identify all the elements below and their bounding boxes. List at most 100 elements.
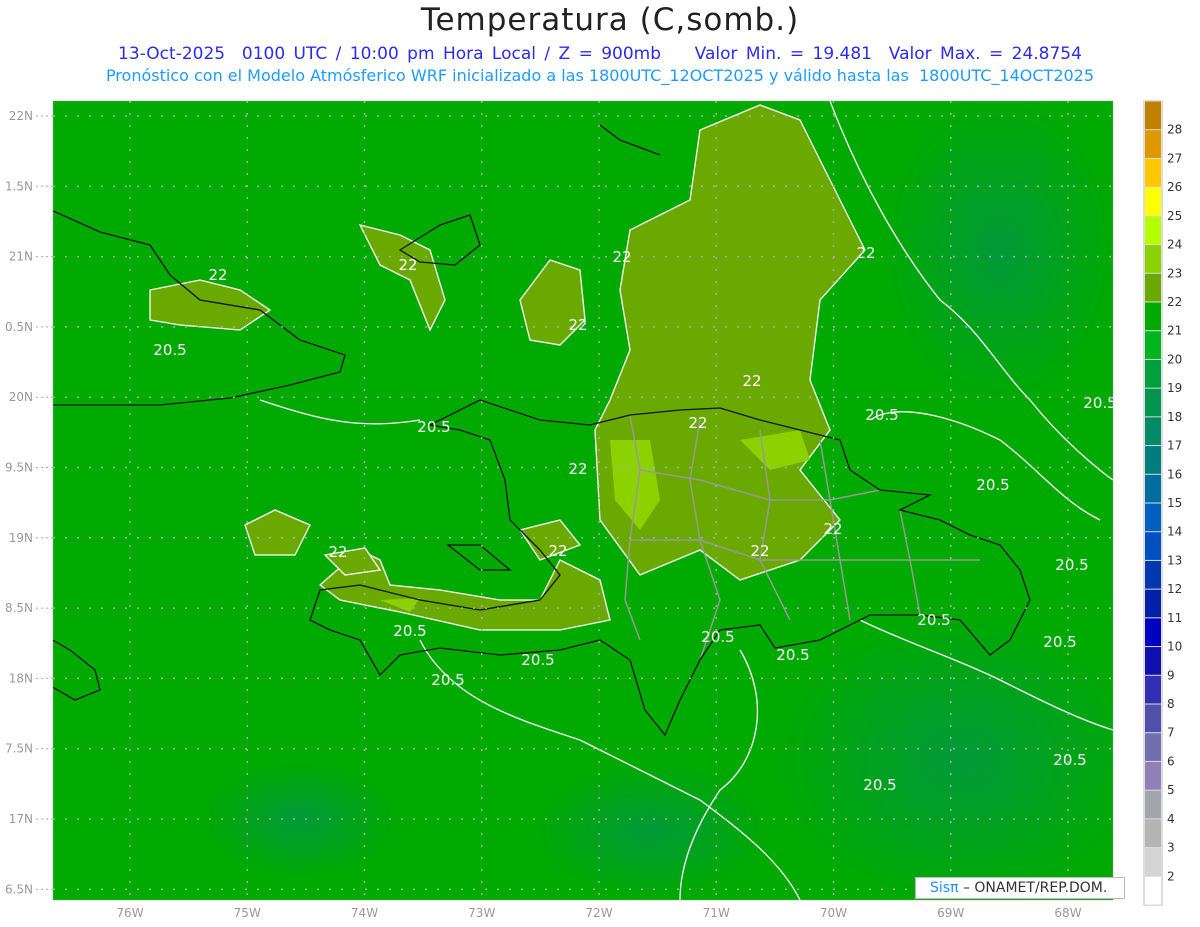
contour-label: 22	[856, 244, 875, 262]
colorbar-swatch	[1145, 819, 1161, 848]
sispi-logo: Sisπ	[930, 880, 959, 896]
lat-label: 20N	[9, 390, 33, 404]
colorbar-swatch	[1145, 474, 1161, 503]
lon-label: 70W	[820, 906, 847, 920]
colorbar-swatch	[1145, 618, 1161, 647]
lat-label: 17N	[9, 812, 33, 826]
contour-label: 22	[688, 414, 707, 432]
contour-label: 22	[548, 542, 567, 560]
colorbar-label: 9	[1167, 668, 1175, 682]
colorbar-swatch	[1145, 560, 1161, 589]
contour-label: 22	[568, 316, 587, 334]
colorbar-swatch	[1145, 331, 1161, 359]
lon-label: 68W	[1054, 906, 1081, 920]
colorbar-swatch	[1145, 388, 1161, 417]
credit-text: – ONAMET/REP.DOM.	[962, 880, 1108, 896]
contour-label: 20.5	[1053, 751, 1086, 769]
colorbar-label: 22	[1167, 295, 1182, 309]
lon-label: 76W	[116, 906, 143, 920]
colorbar-label: 25	[1167, 209, 1182, 223]
colorbar-label: 14	[1167, 525, 1182, 539]
colorbar-swatch	[1145, 216, 1161, 245]
contour-label: 20.5	[393, 622, 426, 640]
colorbar-legend: 2827262524232221201918171615141312111098…	[1143, 100, 1182, 906]
colorbar-swatch	[1145, 876, 1161, 905]
colorbar-swatch	[1145, 101, 1161, 130]
contour-label: 20.5	[153, 341, 186, 359]
lat-label: 6.5N	[5, 882, 33, 896]
colorbar-label: 24	[1167, 238, 1182, 252]
lon-label: 69W	[937, 906, 964, 920]
colorbar-swatch	[1145, 675, 1161, 704]
colorbar-label: 19	[1167, 381, 1182, 395]
contour-label: 22	[398, 256, 417, 274]
colorbar-swatch	[1145, 589, 1161, 618]
lat-label: 7.5N	[5, 742, 33, 756]
colorbar-label: 20	[1167, 352, 1182, 366]
colorbar-swatch	[1145, 647, 1161, 675]
contour-label: 20.5	[976, 476, 1009, 494]
colorbar-label: 17	[1167, 439, 1182, 453]
contour-label: 22	[742, 372, 761, 390]
shaded-field: 2222 2222222222222222 22 2220.520.520.520.5…	[53, 101, 1116, 900]
colorbar-label: 4	[1167, 812, 1175, 826]
colorbar-label: 26	[1167, 180, 1182, 194]
lat-label: 18N	[9, 671, 33, 685]
colorbar-swatch	[1145, 704, 1161, 733]
colorbar-label: 2	[1167, 869, 1175, 883]
lat-label: 8.5N	[5, 601, 33, 615]
colorbar-label: 12	[1167, 582, 1182, 596]
lon-label: 71W	[703, 906, 730, 920]
colorbar-label: 15	[1167, 496, 1182, 510]
contour-label: 22	[568, 460, 587, 478]
contour-label: 20.5	[917, 611, 950, 629]
contour-label: 20.5	[1083, 394, 1116, 412]
colorbar-label: 8	[1167, 697, 1175, 711]
credit-box: Sisπ – ONAMET/REP.DOM.	[915, 877, 1125, 899]
contour-label: 20.5	[417, 418, 450, 436]
colorbar-label: 21	[1167, 324, 1182, 338]
colorbar-label: 10	[1167, 640, 1182, 654]
contour-label: 22	[328, 543, 347, 561]
colorbar-swatch	[1145, 158, 1161, 187]
contour-label: 20.5	[863, 776, 896, 794]
contour-label: 20.5	[865, 406, 898, 424]
colorbar-swatch	[1145, 446, 1161, 474]
contour-label: 20.5	[776, 646, 809, 664]
colorbar-swatch	[1145, 245, 1161, 273]
contour-label: 20.5	[521, 651, 554, 669]
contour-label: 22	[612, 248, 631, 266]
lat-label: 22N	[9, 109, 33, 123]
lat-label: 0.5N	[5, 320, 33, 334]
temperature-map: 2222 2222222222222222 22 2220.520.520.520.5…	[5, 100, 1182, 920]
contour-label: 22	[750, 542, 769, 560]
lon-label: 74W	[351, 906, 378, 920]
lon-label: 72W	[585, 906, 612, 920]
colorbar-swatch	[1145, 302, 1161, 331]
colorbar-label: 23	[1167, 266, 1182, 280]
lon-label: 73W	[468, 906, 495, 920]
colorbar-label: 18	[1167, 410, 1182, 424]
model-info-line: Pronóstico con el Modelo Atmósferico WRF…	[105, 66, 1095, 85]
lon-label: 75W	[234, 906, 261, 920]
colorbar-swatch	[1145, 532, 1161, 560]
colorbar-swatch	[1145, 503, 1161, 532]
colorbar-swatch	[1145, 761, 1161, 790]
map-title: Temperatura (C,somb.)	[420, 2, 800, 38]
contour-label: 20.5	[431, 671, 464, 689]
colorbar-label: 5	[1167, 783, 1175, 797]
colorbar-label: 6	[1167, 754, 1175, 768]
colorbar-swatch	[1145, 848, 1161, 876]
latitude-labels: 22N 1.5N 21N 0.5N 20N 9.5N 19N 8.5N 18N 7.5N 17N 6.…	[5, 109, 33, 896]
colorbar-swatch	[1145, 130, 1161, 158]
colorbar-swatch	[1145, 187, 1161, 216]
contour-label: 22	[208, 266, 227, 284]
lat-label: 9.5N	[5, 461, 33, 475]
lat-label: 19N	[9, 531, 33, 545]
contour-label: 20.5	[701, 628, 734, 646]
colorbar-label: 7	[1167, 726, 1175, 740]
colorbar-label: 11	[1167, 611, 1182, 625]
colorbar-label: 16	[1167, 467, 1182, 481]
colorbar-label: 28	[1167, 123, 1182, 137]
contour-label: 20.5	[1043, 633, 1076, 651]
